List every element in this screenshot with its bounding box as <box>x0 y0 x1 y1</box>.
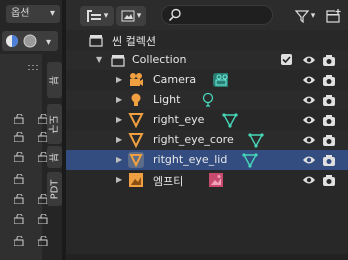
new-collection-button[interactable] <box>324 6 344 26</box>
outliner-row-label: right_eye_core <box>153 133 234 146</box>
expand-icon[interactable]: ▶ <box>116 115 122 124</box>
search-icon <box>168 8 181 22</box>
outliner-icon <box>86 10 101 22</box>
search-input[interactable] <box>161 5 273 25</box>
shading-mode-icons: ▾ <box>6 34 51 48</box>
lock-icon[interactable] <box>14 194 26 204</box>
scene-collection-icon <box>89 35 103 47</box>
options-dropdown[interactable]: 옵션 ▾ <box>6 5 60 23</box>
mesh-object-icon <box>128 152 144 168</box>
image-data-icon[interactable] <box>208 172 224 188</box>
camera-render-icon[interactable] <box>322 93 336 107</box>
outliner-row-label: Camera <box>153 73 197 86</box>
options-label: 옵션 <box>11 8 30 19</box>
camera-render-icon[interactable] <box>322 53 336 67</box>
outliner-row-empty[interactable]: ▶ 엠프티 <box>66 170 348 190</box>
outliner-row-light[interactable]: ▶ Light <box>66 90 348 110</box>
mesh-object-icon <box>128 113 144 128</box>
editor-type-dropdown[interactable]: ▾ <box>80 6 114 26</box>
outliner-empty-area[interactable] <box>66 190 348 254</box>
outliner-row-camera[interactable]: ▶ Camera <box>66 70 348 90</box>
scene-collection-label: 씬 컬렉션 <box>112 35 156 48</box>
lock-icon[interactable] <box>14 236 26 246</box>
chevron-down-icon: ▾ <box>310 11 316 21</box>
tab-view[interactable]: 뷰 <box>47 62 62 98</box>
eye-icon[interactable] <box>302 54 316 66</box>
display-mode-dropdown[interactable]: ▾ <box>116 6 146 26</box>
tab-pdt-label: PDT <box>49 179 60 199</box>
image-icon <box>121 10 135 22</box>
empty-object-icon <box>129 173 143 187</box>
exclude-checkbox[interactable] <box>281 54 292 65</box>
eye-icon[interactable] <box>302 114 316 126</box>
outliner-row-label: right_eye <box>153 113 205 126</box>
expand-icon[interactable]: ▼ <box>96 55 102 64</box>
expand-icon[interactable]: ▶ <box>116 75 122 84</box>
outliner-row-label: ritght_eye_lid <box>153 153 228 166</box>
outliner-row-label: Collection <box>132 53 187 66</box>
outliner-row-collection[interactable]: ▼ Collection <box>66 50 348 70</box>
outliner-header: ▾ ▾ ▾ <box>66 0 348 30</box>
eye-icon[interactable] <box>302 174 316 186</box>
scene-collection-row[interactable]: 씬 컬렉션 <box>66 30 348 50</box>
checkmark-icon <box>282 56 291 64</box>
collection-icon <box>111 55 125 67</box>
camera-render-icon[interactable] <box>322 153 336 167</box>
eye-icon[interactable] <box>302 154 316 166</box>
lock-icon[interactable] <box>14 132 26 142</box>
filter-icon <box>294 10 309 23</box>
mesh-data-icon[interactable] <box>248 132 264 148</box>
camera-object-icon <box>130 73 143 86</box>
expand-icon[interactable]: ▶ <box>116 135 122 144</box>
chevron-down-icon: ▾ <box>49 8 55 19</box>
light-object-icon <box>131 93 141 106</box>
outliner-row-label: Light <box>153 93 181 106</box>
filter-dropdown[interactable]: ▾ <box>290 6 320 26</box>
outliner-row-label: 엠프티 <box>153 175 184 188</box>
lock-icon[interactable] <box>38 214 50 224</box>
eye-icon[interactable] <box>302 94 316 106</box>
camera-data-icon[interactable] <box>212 72 228 88</box>
shading-toggle[interactable]: ▾ <box>2 31 58 51</box>
tab-view-2-label: 뷰 <box>46 152 58 162</box>
camera-render-icon[interactable] <box>322 173 336 187</box>
camera-render-icon[interactable] <box>322 133 336 147</box>
tab-view-2[interactable]: 뷰 <box>47 146 62 168</box>
tab-view-label: 뷰 <box>46 75 58 85</box>
outliner-row-mesh[interactable]: ▶ right_eye <box>66 110 348 130</box>
mesh-object-icon <box>128 133 144 148</box>
tab-pdt[interactable]: PDT <box>47 172 62 206</box>
light-data-icon[interactable] <box>200 92 216 108</box>
expand-icon[interactable]: ▶ <box>116 95 122 104</box>
svg-text:▾: ▾ <box>46 37 51 48</box>
lock-icon[interactable] <box>14 174 26 184</box>
chevron-down-icon: ▾ <box>136 11 142 21</box>
grip-icon <box>28 65 38 70</box>
tab-tools[interactable]: 도구 <box>47 104 62 144</box>
lock-icon[interactable] <box>14 152 26 162</box>
outliner-row-mesh[interactable]: ▶ right_eye_core <box>66 130 348 150</box>
bottom-edge <box>66 254 348 260</box>
camera-render-icon[interactable] <box>322 73 336 87</box>
chevron-down-icon: ▾ <box>103 11 109 21</box>
camera-render-icon[interactable] <box>322 113 336 127</box>
eye-icon[interactable] <box>302 74 316 86</box>
lock-icon[interactable] <box>14 114 26 124</box>
mesh-data-icon[interactable] <box>222 112 238 128</box>
new-collection-icon <box>326 8 341 23</box>
tab-tools-label: 도구 <box>47 114 58 134</box>
left-toolbar: 옵션 ▾ ▾ <box>0 0 62 54</box>
expand-icon[interactable]: ▶ <box>116 175 122 184</box>
mesh-data-icon[interactable] <box>242 152 258 168</box>
lock-icon[interactable] <box>14 214 26 224</box>
outliner-row-mesh-selected[interactable]: ▶ ritght_eye_lid <box>66 150 348 170</box>
lock-icon[interactable] <box>38 236 50 246</box>
eye-icon[interactable] <box>302 134 316 146</box>
expand-icon[interactable]: ▶ <box>116 155 122 164</box>
